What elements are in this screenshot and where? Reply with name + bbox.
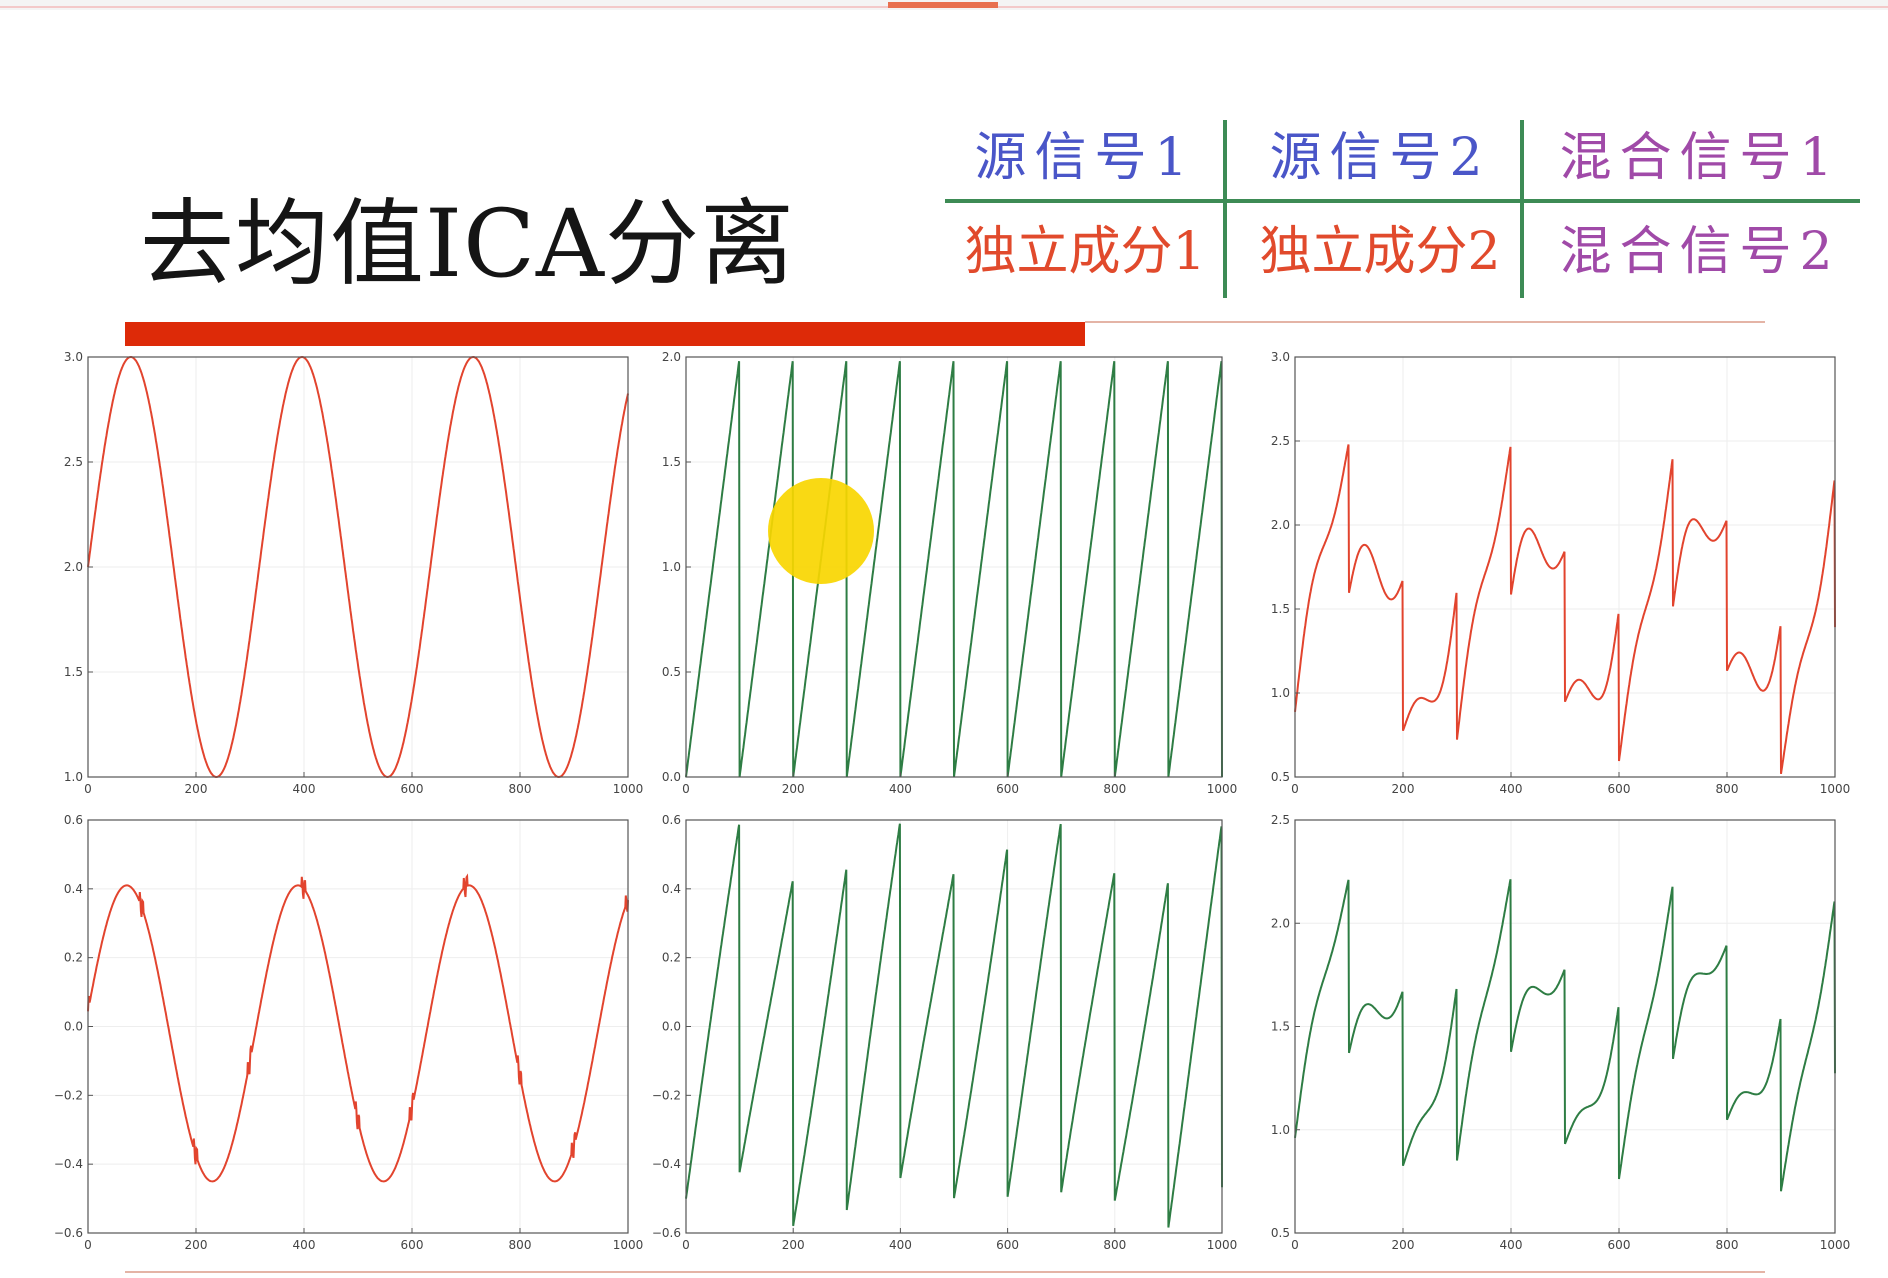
x-tick-label: 200 bbox=[185, 782, 208, 796]
chart-ica-component-2: 0 200 400 600 800 1000 0.6 0.4 0.2 0.0 −0.2 −0.4 −0.… bbox=[652, 813, 1237, 1252]
x-tick-label: 1000 bbox=[1207, 782, 1238, 796]
y-tick-label: −0.6 bbox=[652, 1226, 681, 1240]
y-tick-label: −0.6 bbox=[54, 1226, 83, 1240]
y-tick-label: −0.2 bbox=[652, 1088, 681, 1102]
cursor-highlight bbox=[768, 478, 874, 584]
x-tick-label: 0 bbox=[84, 1238, 92, 1252]
x-tick-label: 600 bbox=[401, 1238, 424, 1252]
y-tick-label: 2.5 bbox=[1271, 434, 1290, 448]
x-tick-label: 400 bbox=[1500, 1238, 1523, 1252]
x-tick-label: 200 bbox=[1392, 1238, 1415, 1252]
x-tick-label: 400 bbox=[293, 782, 316, 796]
x-tick-label: 800 bbox=[509, 1238, 532, 1252]
x-tick-label: 0 bbox=[1291, 782, 1299, 796]
y-tick-label: 0.4 bbox=[662, 882, 681, 896]
chart-mixed-signal-2: 0 200 400 600 800 1000 2.5 2.0 1.5 1.0 0.5 bbox=[1271, 813, 1850, 1252]
series-line bbox=[685, 823, 1223, 1228]
chart-source-signal-1: 0 200 400 600 800 1000 3.0 2.5 2.0 1.5 1.0 bbox=[64, 350, 643, 796]
y-tick-label: 1.0 bbox=[662, 560, 681, 574]
x-tick-label: 1000 bbox=[613, 782, 644, 796]
x-tick-label: 1000 bbox=[613, 1238, 644, 1252]
x-tick-label: 1000 bbox=[1820, 782, 1851, 796]
y-tick-label: 0.0 bbox=[662, 770, 681, 784]
y-tick-label: 3.0 bbox=[1271, 350, 1290, 364]
y-tick-label: 2.0 bbox=[1271, 518, 1290, 532]
y-tick-label: 2.0 bbox=[662, 350, 681, 364]
chart-mixed-signal-1: 0 200 400 600 800 1000 3.0 2.5 2.0 1.5 1.0 0.5 bbox=[1271, 350, 1850, 796]
y-tick-label: 2.5 bbox=[1271, 813, 1290, 827]
y-tick-label: 0.5 bbox=[662, 665, 681, 679]
y-tick-label: 0.4 bbox=[64, 882, 83, 896]
y-tick-label: 1.0 bbox=[1271, 686, 1290, 700]
x-tick-label: 400 bbox=[889, 1238, 912, 1252]
x-tick-label: 800 bbox=[1716, 782, 1739, 796]
y-tick-label: 0.6 bbox=[662, 813, 681, 827]
y-tick-label: 0.6 bbox=[64, 813, 83, 827]
y-tick-label: 1.5 bbox=[662, 455, 681, 469]
x-tick-label: 600 bbox=[996, 1238, 1019, 1252]
charts-grid: 0 200 400 600 800 10003.02.52.01.51.00 200 400 6… bbox=[54, 350, 1850, 1252]
chart-ica-component-1: 0 200 400 600 800 1000 0.6 0.4 0.2 0.0 −0.2 −0.4 −0.… bbox=[54, 813, 643, 1252]
y-tick-label: 0.2 bbox=[662, 951, 681, 965]
x-tick-label: 200 bbox=[782, 1238, 805, 1252]
y-tick-label: 0.0 bbox=[662, 1020, 681, 1034]
x-tick-label: 400 bbox=[1500, 782, 1523, 796]
x-tick-label: 200 bbox=[1392, 782, 1415, 796]
series-line bbox=[87, 873, 629, 1183]
y-tick-label: 0.0 bbox=[64, 1020, 83, 1034]
y-tick-label: 2.5 bbox=[64, 455, 83, 469]
y-tick-label: −0.2 bbox=[54, 1088, 83, 1102]
x-tick-label: 400 bbox=[293, 1238, 316, 1252]
x-tick-label: 600 bbox=[401, 782, 424, 796]
y-tick-label: 1.0 bbox=[64, 770, 83, 784]
x-tick-label: 0 bbox=[682, 1238, 690, 1252]
y-tick-label: 3.0 bbox=[64, 350, 83, 364]
series-line bbox=[685, 361, 1223, 778]
x-tick-label: 0 bbox=[1291, 1238, 1299, 1252]
chart-source-signal-2: 0 200 400 600 800 1000 2.0 1.5 1.0 0.5 0.0 bbox=[662, 350, 1237, 796]
y-tick-label: 2.0 bbox=[64, 560, 83, 574]
x-tick-label: 800 bbox=[509, 782, 532, 796]
y-tick-label: 1.5 bbox=[1271, 1020, 1290, 1034]
x-tick-label: 800 bbox=[1103, 782, 1126, 796]
x-tick-label: 200 bbox=[782, 782, 805, 796]
x-tick-label: 800 bbox=[1103, 1238, 1126, 1252]
x-tick-label: 1000 bbox=[1820, 1238, 1851, 1252]
y-tick-label: 0.5 bbox=[1271, 770, 1290, 784]
series-line bbox=[1294, 879, 1836, 1192]
y-tick-label: 2.0 bbox=[1271, 916, 1290, 930]
y-tick-label: 0.5 bbox=[1271, 1226, 1290, 1240]
y-tick-label: −0.4 bbox=[652, 1157, 681, 1171]
x-tick-label: 0 bbox=[682, 782, 690, 796]
x-tick-label: 600 bbox=[996, 782, 1019, 796]
x-tick-label: 200 bbox=[185, 1238, 208, 1252]
y-tick-label: 1.5 bbox=[64, 665, 83, 679]
y-tick-label: 1.0 bbox=[1271, 1123, 1290, 1137]
x-tick-label: 400 bbox=[889, 782, 912, 796]
y-tick-label: −0.4 bbox=[54, 1157, 83, 1171]
x-tick-label: 1000 bbox=[1207, 1238, 1238, 1252]
y-tick-label: 0.2 bbox=[64, 951, 83, 965]
y-tick-label: 1.5 bbox=[1271, 602, 1290, 616]
x-tick-label: 600 bbox=[1608, 782, 1631, 796]
x-tick-label: 600 bbox=[1608, 1238, 1631, 1252]
x-tick-label: 800 bbox=[1716, 1238, 1739, 1252]
x-tick-label: 0 bbox=[84, 782, 92, 796]
